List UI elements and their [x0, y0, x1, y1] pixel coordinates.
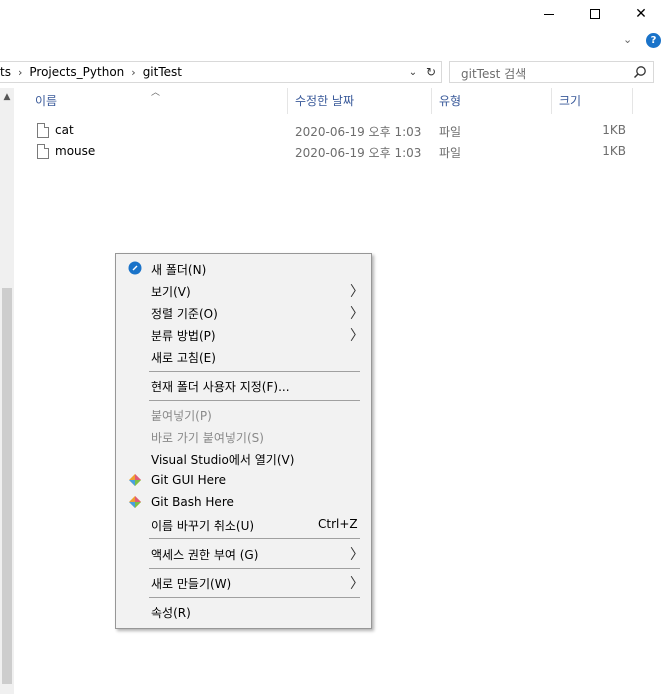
git-icon [129, 496, 141, 508]
file-icon [37, 123, 49, 138]
menu-item-new[interactable]: 새로 만들기(W) 〉 [118, 571, 369, 593]
menu-item-open-in-visual-studio[interactable]: Visual Studio에서 열기(V) [118, 447, 369, 469]
menu-item-label: Visual Studio에서 열기(V) [151, 453, 295, 467]
menu-item-label: 새로 만들기(W) [151, 577, 232, 591]
column-header-size[interactable]: 크기 [559, 92, 581, 109]
git-icon [129, 474, 141, 486]
menu-separator [149, 568, 360, 569]
ribbon-row: ⌄ ? [0, 28, 664, 54]
menu-separator [149, 371, 360, 372]
title-bar: ✕ [0, 0, 664, 28]
menu-item-paste: 붙여넣기(P) [118, 403, 369, 425]
file-name: cat [55, 123, 74, 137]
ribbon-expand-chevron-icon[interactable]: ⌄ [623, 33, 637, 47]
search-input[interactable]: gitTest 검색 [449, 61, 654, 83]
file-type: 파일 [439, 125, 462, 139]
column-divider[interactable] [551, 88, 552, 114]
column-divider[interactable] [431, 88, 432, 114]
menu-item-label: 보기(V) [151, 285, 191, 299]
menu-item-git-gui[interactable]: Git GUI Here [118, 469, 369, 491]
menu-item-refresh[interactable]: 새로 고침(E) [118, 345, 369, 367]
menu-item-label: Git GUI Here [151, 473, 227, 487]
menu-item-group-by[interactable]: 분류 방법(P) 〉 [118, 323, 369, 345]
breadcrumb-item[interactable]: ts [0, 65, 11, 79]
submenu-arrow-icon: 〉 [350, 576, 364, 592]
menu-separator [149, 597, 360, 598]
scroll-up-icon[interactable]: ▲ [0, 92, 14, 104]
file-row[interactable]: mouse 2020-06-19 오후 1:03 파일 1KB [30, 141, 650, 163]
file-size: 1KB [602, 144, 626, 158]
menu-item-label: 이름 바꾸기 취소(U) [151, 519, 255, 533]
menu-separator [149, 400, 360, 401]
file-type: 파일 [439, 146, 462, 160]
minimize-icon [544, 13, 554, 15]
context-menu: 새 폴더(N) 보기(V) 〉 정렬 기준(O) 〉 분류 방법(P) 〉 새로… [115, 253, 372, 629]
breadcrumb-item[interactable]: Projects_Python [29, 65, 124, 79]
breadcrumb-item[interactable]: gitTest [143, 65, 182, 79]
menu-item-undo-rename[interactable]: 이름 바꾸기 취소(U) Ctrl+Z [118, 513, 369, 535]
menu-item-view[interactable]: 보기(V) 〉 [118, 279, 369, 301]
menu-separator [149, 538, 360, 539]
file-size: 1KB [602, 123, 626, 137]
menu-item-label: 분류 방법(P) [151, 329, 216, 343]
menu-item-new-folder[interactable]: 새 폴더(N) [118, 257, 369, 279]
menu-item-label: 액세스 권한 부여 (G) [151, 548, 259, 562]
address-dropdown-icon[interactable]: ⌄ [406, 64, 420, 80]
column-header-date[interactable]: 수정한 날짜 [295, 92, 354, 109]
menu-item-label: Git Bash Here [151, 495, 234, 509]
search-placeholder: gitTest 검색 [461, 67, 527, 81]
sort-ascending-icon: ︿ [151, 88, 161, 98]
menu-item-label: 새 폴더(N) [151, 263, 207, 277]
submenu-arrow-icon: 〉 [350, 547, 364, 563]
file-date: 2020-06-19 오후 1:03 [295, 125, 422, 139]
minimize-button[interactable] [526, 0, 572, 28]
menu-item-sort-by[interactable]: 정렬 기준(O) 〉 [118, 301, 369, 323]
menu-item-customize-folder[interactable]: 현재 폴더 사용자 지정(F)... [118, 374, 369, 396]
navigation-pane-scrollbar[interactable]: ▲ [0, 88, 14, 694]
submenu-arrow-icon: 〉 [350, 284, 364, 300]
menu-item-label: 새로 고침(E) [151, 351, 216, 365]
close-icon: ✕ [635, 6, 647, 22]
breadcrumb-separator-icon[interactable]: › [131, 66, 135, 79]
submenu-arrow-icon: 〉 [350, 306, 364, 322]
file-date: 2020-06-19 오후 1:03 [295, 146, 422, 160]
file-row[interactable]: cat 2020-06-19 오후 1:03 파일 1KB [30, 120, 650, 142]
menu-item-shortcut: Ctrl+Z [318, 517, 358, 531]
breadcrumb-separator-icon[interactable]: › [18, 66, 22, 79]
scrollbar-thumb[interactable] [2, 288, 12, 684]
search-icon[interactable] [633, 65, 647, 79]
file-icon [37, 144, 49, 159]
column-header-name[interactable]: 이름 [35, 92, 57, 109]
menu-item-label: 바로 가기 붙여넣기(S) [151, 431, 264, 445]
refresh-icon[interactable]: ↻ [423, 64, 439, 80]
menu-item-properties[interactable]: 속성(R) [118, 600, 369, 622]
menu-item-label: 속성(R) [151, 606, 191, 620]
file-name: mouse [55, 144, 96, 158]
column-header-type[interactable]: 유형 [439, 92, 461, 109]
menu-item-git-bash[interactable]: Git Bash Here [118, 491, 369, 513]
address-bar[interactable]: ts › Projects_Python › gitTest ⌄ ↻ [0, 61, 442, 83]
column-divider[interactable] [287, 88, 288, 114]
help-icon[interactable]: ? [646, 33, 661, 48]
menu-item-paste-shortcut: 바로 가기 붙여넣기(S) [118, 425, 369, 447]
menu-item-label: 정렬 기준(O) [151, 307, 218, 321]
new-folder-icon [128, 261, 142, 275]
maximize-button[interactable] [572, 0, 618, 28]
menu-item-label: 붙여넣기(P) [151, 409, 212, 423]
menu-item-label: 현재 폴더 사용자 지정(F)... [151, 380, 290, 394]
column-divider[interactable] [632, 88, 633, 114]
close-button[interactable]: ✕ [618, 0, 664, 28]
menu-item-give-access[interactable]: 액세스 권한 부여 (G) 〉 [118, 542, 369, 564]
submenu-arrow-icon: 〉 [350, 328, 364, 344]
maximize-icon [590, 9, 600, 19]
